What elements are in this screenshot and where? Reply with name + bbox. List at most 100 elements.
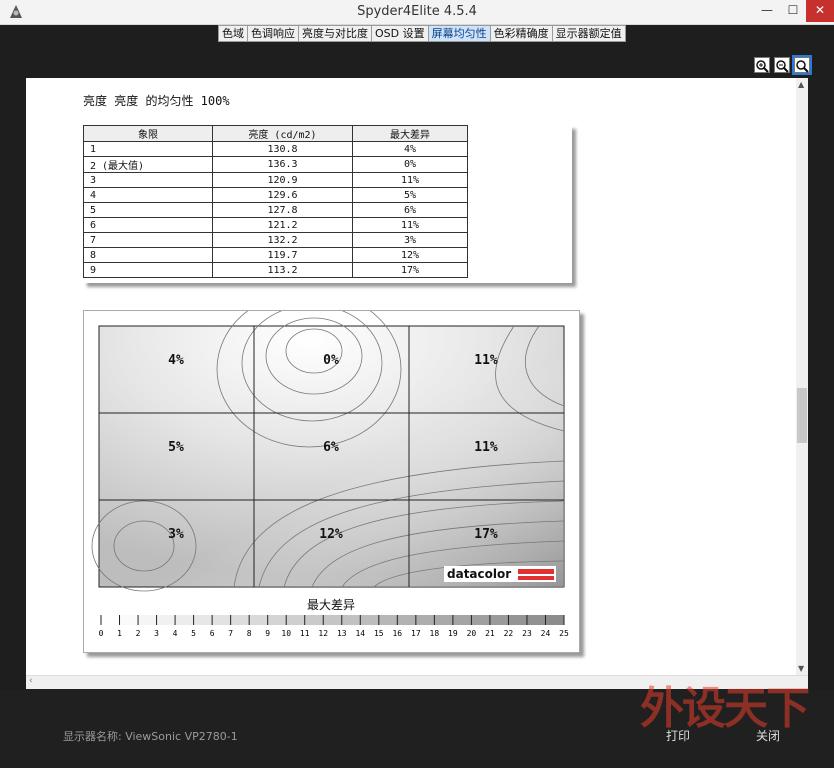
tab-tone-response[interactable]: 色调响应: [248, 25, 299, 42]
legend-swatch: [156, 615, 176, 625]
legend-title: 最大差异: [307, 598, 355, 612]
legend-scale: 0 1 2 3 4 5 6 7 8 9 10 11 12 13 14 15 16 17 18 19 20 21 22 23 24…: [99, 615, 569, 638]
zoom-out-icon: [776, 60, 789, 73]
grid-label-3: 11%: [474, 353, 498, 368]
scroll-left-arrow-icon[interactable]: ‹: [29, 676, 33, 686]
legend-tick-label: 4: [173, 629, 178, 638]
max-diff-cell: 6%: [352, 202, 468, 218]
table-header-row: 象限 亮度 (cd/m2) 最大差异: [83, 125, 468, 142]
legend-tick-label: 18: [430, 629, 440, 638]
minimize-button[interactable]: —: [754, 0, 780, 22]
grid-label-1: 4%: [168, 353, 184, 368]
max-diff-cell: 5%: [352, 187, 468, 203]
datacolor-logo: datacolor: [444, 566, 556, 582]
uniformity-contour-map: 4% 0% 11% 5% 6% 11% 3% 12% 17% datacolor…: [91, 290, 569, 638]
table-row: 6 121.2 11%: [83, 217, 468, 233]
legend-swatch: [286, 615, 305, 625]
grid-label-2: 0%: [323, 353, 339, 368]
quadrant-cell: 1: [83, 141, 213, 157]
zoom-in-button[interactable]: [754, 57, 770, 73]
legend-tick-label: 12: [318, 629, 328, 638]
max-diff-cell: 17%: [352, 262, 468, 278]
tab-brightness-contrast[interactable]: 亮度与对比度: [299, 25, 372, 42]
column-header-max-diff: 最大差异: [352, 125, 468, 142]
legend-tick-label: 1: [117, 629, 122, 638]
uniformity-table: 象限 亮度 (cd/m2) 最大差异 1 130.8 4% 2 (最大值) 136.3…: [83, 125, 468, 278]
legend-swatch: [249, 615, 268, 625]
zoom-fit-button[interactable]: [792, 55, 812, 75]
legend-tick-label: 16: [392, 629, 402, 638]
legend-tick-label: 3: [154, 629, 159, 638]
max-diff-cell: 11%: [352, 217, 468, 233]
luminance-cell: 119.7: [212, 247, 353, 263]
grid-label-9: 17%: [474, 527, 498, 542]
legend-swatch: [304, 615, 324, 625]
quadrant-cell: 4: [83, 187, 213, 203]
close-window-button[interactable]: ✕: [806, 0, 834, 22]
tab-screen-uniformity[interactable]: 屏幕均匀性: [428, 25, 491, 42]
legend-swatch: [212, 615, 231, 625]
luminance-cell: 127.8: [212, 202, 353, 218]
legend-swatch: [489, 615, 509, 625]
watermark-logo: 外设天下: [640, 683, 810, 734]
legend-tick-label: 24: [541, 629, 551, 638]
grid-label-5: 6%: [323, 440, 339, 455]
grid-label-7: 3%: [168, 527, 184, 542]
legend-swatch: [175, 615, 194, 625]
title-bar: Spyder4Elite 4.5.4 — ☐ ✕: [0, 0, 834, 25]
monitor-name-label: 显示器名称: ViewSonic VP2780-1: [63, 730, 238, 743]
legend-swatch: [397, 615, 416, 625]
legend-swatch: [378, 615, 398, 625]
luminance-cell: 113.2: [212, 262, 353, 278]
column-header-quadrant: 象限: [83, 125, 213, 142]
legend-tick-label: 22: [504, 629, 514, 638]
legend-tick-label: 2: [136, 629, 141, 638]
legend-tick-label: 11: [300, 629, 310, 638]
max-diff-cell: 3%: [352, 232, 468, 248]
table-row: 9 113.2 17%: [83, 262, 468, 278]
legend-tick-label: 19: [448, 629, 458, 638]
quadrant-cell: 9: [83, 262, 213, 278]
max-diff-cell: 0%: [352, 156, 468, 173]
scroll-up-arrow-icon[interactable]: ▲: [798, 80, 804, 89]
legend-swatch: [267, 615, 287, 625]
vertical-scrollbar-thumb[interactable]: [797, 388, 807, 443]
legend-swatch: [138, 615, 157, 625]
legend-tick-label: 14: [355, 629, 365, 638]
legend-swatch: [119, 615, 139, 625]
tab-monitor-rating[interactable]: 显示器额定值: [552, 25, 626, 42]
uniformity-map-panel: 4% 0% 11% 5% 6% 11% 3% 12% 17% datacolor…: [83, 290, 580, 653]
tab-gamut[interactable]: 色域: [218, 25, 248, 42]
legend-tick-label: 21: [485, 629, 495, 638]
quadrant-cell: 7: [83, 232, 213, 248]
zoom-out-button[interactable]: [774, 57, 790, 73]
max-diff-cell: 4%: [352, 141, 468, 157]
legend-swatch: [526, 615, 546, 625]
quadrant-cell: 6: [83, 217, 213, 233]
legend-swatch: [341, 615, 361, 625]
legend-tick-label: 10: [281, 629, 291, 638]
uniformity-table-panel: 象限 亮度 (cd/m2) 最大差异 1 130.8 4% 2 (最大值) 136.3…: [83, 125, 572, 283]
luminance-cell: 120.9: [212, 172, 353, 188]
maximize-button[interactable]: ☐: [780, 0, 806, 22]
vertical-scrollbar[interactable]: ▲ ▼: [796, 78, 808, 675]
legend-tick-label: 23: [522, 629, 532, 638]
window-title: Spyder4Elite 4.5.4: [357, 4, 477, 19]
grid-label-6: 11%: [474, 440, 498, 455]
legend-swatch: [323, 615, 342, 625]
luminance-cell: 132.2: [212, 232, 353, 248]
grid-label-8: 12%: [319, 527, 343, 542]
quadrant-cell: 3: [83, 172, 213, 188]
legend-tick-label: 9: [265, 629, 270, 638]
table-row: 4 129.6 5%: [83, 187, 468, 203]
legend-swatch: [360, 615, 379, 625]
legend-tick-label: 6: [210, 629, 215, 638]
tab-color-accuracy[interactable]: 色彩精确度: [490, 25, 553, 42]
legend-tick-label: 8: [247, 629, 252, 638]
tab-osd-settings[interactable]: OSD 设置: [372, 25, 429, 42]
quadrant-cell: 2 (最大值): [83, 156, 213, 173]
table-row: 3 120.9 11%: [83, 172, 468, 188]
column-header-luminance: 亮度 (cd/m2): [212, 125, 353, 142]
table-row: 1 130.8 4%: [83, 141, 468, 157]
legend-swatch: [415, 615, 435, 625]
